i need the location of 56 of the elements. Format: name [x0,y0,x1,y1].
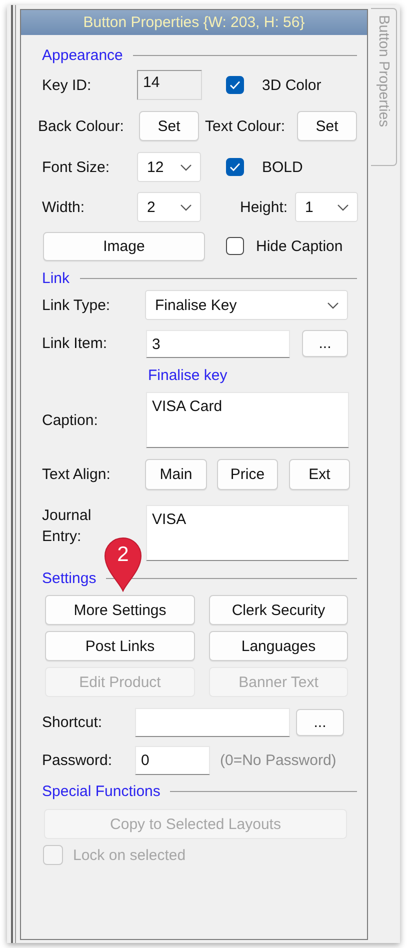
input-field[interactable]: 0 [135,746,210,775]
field-label: Text Colour: [205,118,286,134]
checkbox-label: 3D Color [262,76,322,94]
align-button[interactable]: Ext [289,459,350,490]
field-label: Caption: [42,412,99,428]
link-description: Finalise key [148,366,228,384]
chevron-icon [327,302,339,308]
align-button[interactable]: Price [217,459,278,490]
align-button[interactable]: Main [145,459,207,490]
section-heading: Special Functions [42,782,160,800]
button[interactable]: Post Links [45,631,195,661]
input-field[interactable]: 14 [137,70,202,100]
dropdown[interactable]: 12 [137,152,201,182]
checkbox[interactable] [226,76,244,94]
section-heading: Link [42,270,70,286]
field-label: Height: [240,198,289,216]
field-label: Text Align: [42,466,112,483]
button[interactable]: Clerk Security [209,595,348,625]
dropdown[interactable]: 1 [295,192,358,222]
checkbox-label: BOLD [262,158,304,176]
dropdown[interactable]: 2 [137,192,201,222]
field-label: Key ID: [42,76,92,94]
browse-button[interactable]: ... [296,709,344,736]
checkbox-label: Lock on selected [73,846,187,864]
checkbox-label: Hide Caption [256,238,344,254]
button[interactable]: Languages [209,631,348,661]
field-label: Link Type: [42,296,112,314]
button[interactable]: More Settings [45,595,195,625]
image-button[interactable]: Image [43,232,205,260]
field-label: Font Size: [42,158,111,176]
field-label: Back Colour: [38,118,125,134]
input-field[interactable]: 3 [146,330,290,358]
chevron-icon [180,164,192,170]
checkbox[interactable] [226,237,244,255]
chevron-icon [337,204,349,210]
checkbox[interactable] [226,158,244,176]
section-heading: Settings [42,570,96,586]
set-button[interactable]: Set [297,111,357,141]
section-heading: Appearance [42,46,123,64]
field-label: Width: [42,198,86,216]
browse-button[interactable]: ... [302,330,348,357]
text-area[interactable]: VISA Card [146,392,349,448]
set-button[interactable]: Set [139,111,199,141]
text-area[interactable]: VISA [146,505,349,561]
callout-badge: 2 [103,536,143,592]
dropdown[interactable]: Finalise Key [145,290,348,320]
chevron-icon [180,204,192,210]
field-label: Journal Entry: [42,506,92,547]
input-field[interactable] [135,708,290,737]
field-label: Link Item: [42,335,108,352]
field-label: Shortcut: [42,714,104,731]
hint-text: (0=No Password) [220,752,338,769]
checkmark-icon [229,80,241,90]
checkmark-icon [229,162,241,172]
field-label: Password: [42,752,114,769]
panel-title: Button Properties {W: 203, H: 56} [21,9,367,35]
